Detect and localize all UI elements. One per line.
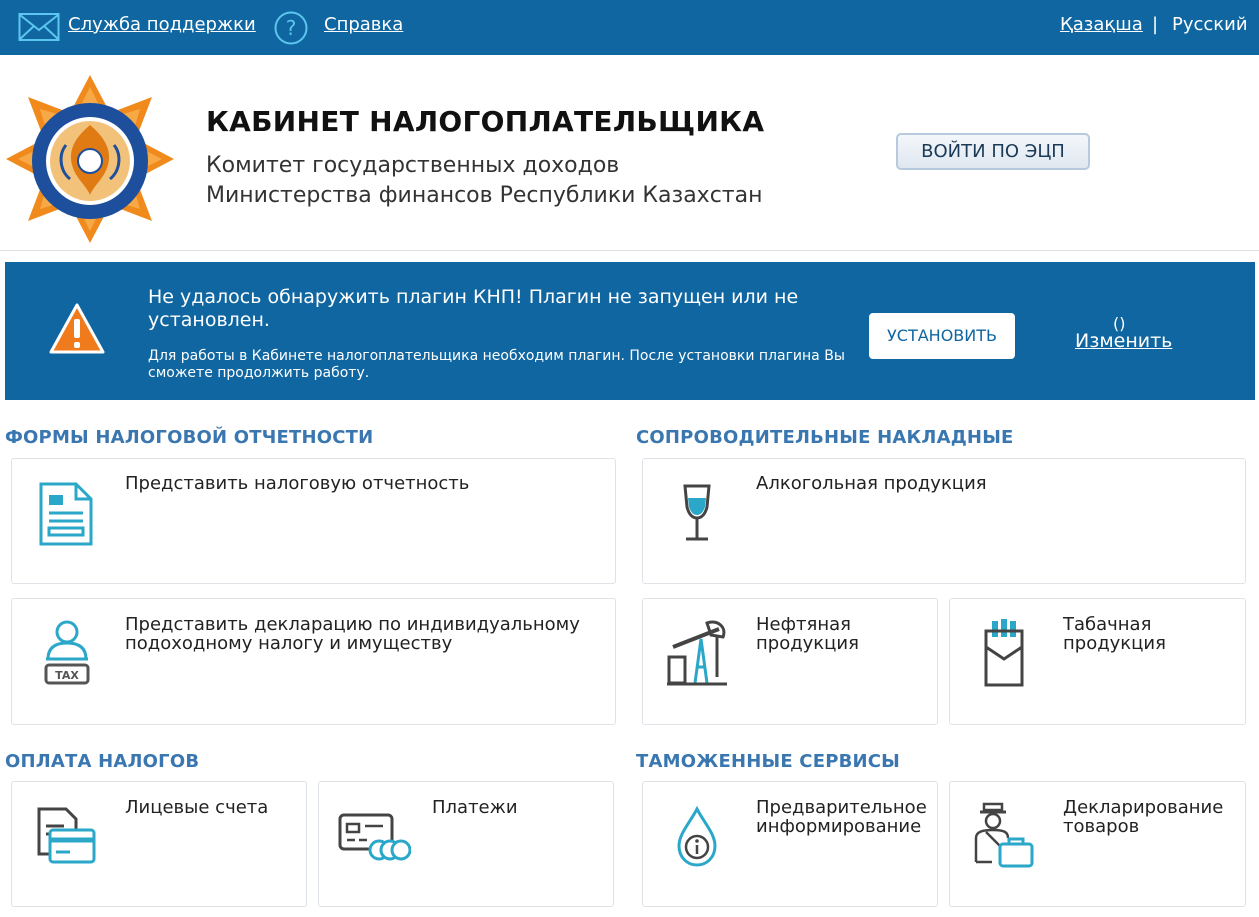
- card-label: Декларирование товаров: [1063, 797, 1224, 837]
- section-title-payments: ОПЛАТА НАЛОГОВ: [5, 751, 200, 772]
- submit-tax-report-card[interactable]: Представить налоговую отчетность: [11, 458, 616, 584]
- payment-card-coins-icon: [338, 813, 411, 861]
- warning-icon: [49, 303, 105, 354]
- lang-russian-current: Русский: [1172, 14, 1248, 35]
- goods-declaration-card[interactable]: Декларирование товаров: [949, 781, 1246, 907]
- card-label: Табачная продукция: [1063, 614, 1166, 654]
- page-title: КАБИНЕТ НАЛОГОПЛАТЕЛЬЩИКА: [206, 105, 765, 138]
- committee-name: Комитет государственных доходов: [206, 153, 620, 178]
- account-card-icon: [37, 807, 96, 864]
- lang-separator: |: [1152, 14, 1159, 35]
- ministry-name: Министерства финансов Республики Казахст…: [206, 183, 763, 208]
- help-link[interactable]: Справка: [324, 14, 403, 35]
- alcohol-products-card[interactable]: Алкогольная продукция: [642, 458, 1246, 584]
- card-label: Предварительное информирование: [756, 797, 927, 837]
- tax-person-icon: TAX: [44, 620, 90, 685]
- wine-glass-icon: [683, 484, 711, 541]
- cigarette-pack-icon: [984, 619, 1024, 687]
- plugin-alert-banner: Не удалось обнаружить плагин КНП! Плагин…: [5, 262, 1255, 400]
- help-icon[interactable]: ?: [274, 11, 308, 45]
- svg-text:TAX: TAX: [55, 669, 79, 682]
- card-label: Алкогольная продукция: [756, 473, 987, 494]
- lang-kazakh-link[interactable]: Қазақша: [1060, 14, 1143, 35]
- section-title-waybills: СОПРОВОДИТЕЛЬНЫЕ НАКЛАДНЫЕ: [636, 427, 1014, 448]
- section-title-customs: ТАМОЖЕННЫЕ СЕРВИСЫ: [636, 751, 901, 772]
- state-revenue-committee-logo: [6, 75, 174, 243]
- section-title-tax-forms: ФОРМЫ НАЛОГОВОЙ ОТЧЕТНОСТИ: [5, 427, 374, 448]
- customs-officer-luggage-icon: [974, 802, 1034, 868]
- tobacco-products-card[interactable]: Табачная продукция: [949, 598, 1246, 725]
- support-link[interactable]: Служба поддержки: [68, 14, 256, 35]
- card-label: Представить налоговую отчетность: [125, 473, 470, 494]
- mail-icon[interactable]: [18, 11, 60, 43]
- document-form-icon: [39, 482, 93, 546]
- payments-card[interactable]: Платежи: [318, 781, 614, 907]
- personal-accounts-card[interactable]: Лицевые счета: [11, 781, 307, 907]
- top-bar: Служба поддержки ? Справка Қазақша | Рус…: [0, 0, 1259, 55]
- submit-income-declaration-card[interactable]: TAX Представить декларацию по индивидуал…: [11, 598, 616, 725]
- preliminary-info-card[interactable]: Предварительное информирование: [642, 781, 938, 907]
- install-plugin-button[interactable]: УСТАНОВИТЬ: [869, 313, 1015, 359]
- alert-title: Не удалось обнаружить плагин КНП! Плагин…: [148, 286, 799, 331]
- card-label: Платежи: [432, 797, 518, 818]
- login-ecp-button[interactable]: ВОЙТИ ПО ЭЦП: [896, 133, 1090, 170]
- card-label: Представить декларацию по индивидуальном…: [125, 614, 580, 654]
- card-label: Лицевые счета: [125, 797, 269, 818]
- alert-text: Для работы в Кабинете налогоплательщика …: [148, 348, 845, 381]
- svg-text:?: ?: [286, 16, 297, 40]
- header: КАБИНЕТ НАЛОГОПЛАТЕЛЬЩИКА Комитет госуда…: [0, 55, 1259, 251]
- oil-products-card[interactable]: Нефтяная продукция: [642, 598, 938, 725]
- info-drop-icon: [677, 806, 717, 867]
- card-label: Нефтяная продукция: [756, 614, 859, 654]
- change-link[interactable]: Изменить: [1075, 330, 1172, 352]
- oil-pump-icon: [667, 620, 727, 686]
